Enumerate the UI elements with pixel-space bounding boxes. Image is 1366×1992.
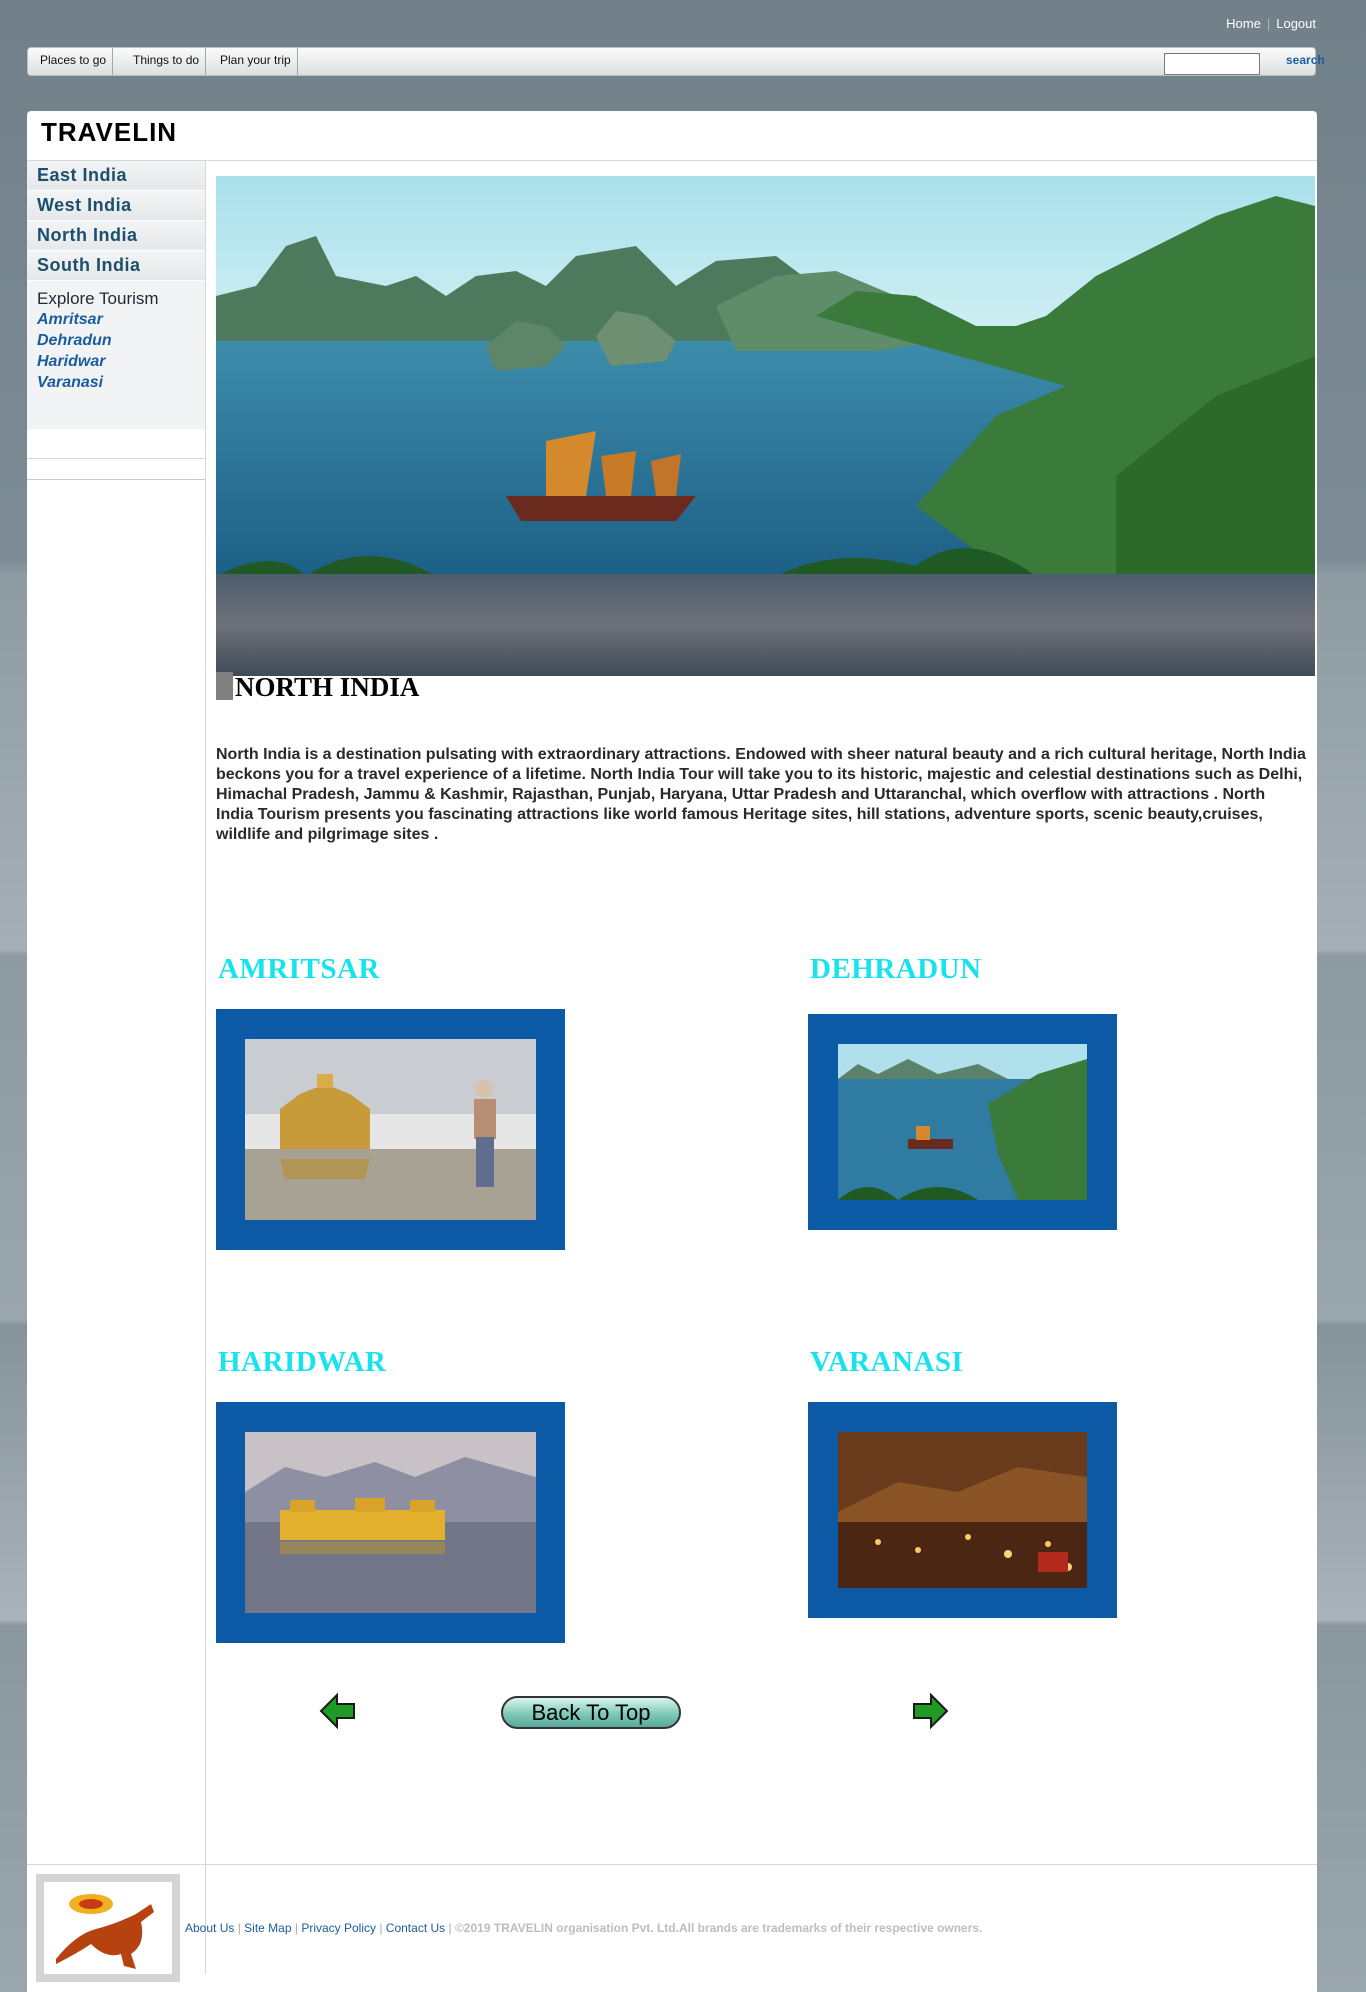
sidebar-item-east-india[interactable]: East India <box>27 161 205 191</box>
prev-arrow-icon[interactable] <box>317 1691 357 1731</box>
kangaroo-logo-icon <box>36 1874 180 1982</box>
intro-paragraph: North India is a destination pulsating w… <box>216 746 1306 843</box>
divider <box>27 479 205 480</box>
separator: | <box>1266 16 1271 31</box>
logout-link[interactable]: Logout <box>1276 16 1316 31</box>
explore-tourism: Explore Tourism Amritsar Dehradun Haridw… <box>27 281 205 393</box>
sidebar-item-south-india[interactable]: South India <box>27 251 205 281</box>
sidebar-item-west-india[interactable]: West India <box>27 191 205 221</box>
city-heading-dehradun: DEHRADUN <box>810 953 982 985</box>
top-navbar: Places to go Things to do Plan your trip… <box>27 47 1325 76</box>
section-title: NORTH INDIA <box>216 672 436 703</box>
sidebar-border <box>205 429 206 1974</box>
city-heading-haridwar: HARIDWAR <box>218 1346 387 1378</box>
sidebar: East India West India North India South … <box>27 161 206 480</box>
nav-places-to-go[interactable]: Places to go <box>34 48 114 75</box>
site-title: TRAVELIN <box>41 117 178 147</box>
back-to-top-button[interactable]: Back To Top <box>501 1696 681 1729</box>
footer-privacy-policy[interactable]: Privacy Policy <box>301 1921 376 1935</box>
footer-about-us[interactable]: About Us <box>185 1921 234 1935</box>
home-link[interactable]: Home <box>1226 16 1261 31</box>
copyright: ©2019 TRAVELIN organisation Pvt. Ltd.All… <box>454 1921 983 1935</box>
sidebar-item-north-india[interactable]: North India <box>27 221 205 251</box>
nav-things-to-do[interactable]: Things to do <box>127 48 207 75</box>
dehradun-image[interactable] <box>808 1014 1117 1230</box>
explore-link-amritsar[interactable]: Amritsar <box>37 309 205 330</box>
nav-plan-your-trip[interactable]: Plan your trip <box>214 48 298 75</box>
divider <box>27 1864 1317 1865</box>
explore-title: Explore Tourism <box>37 289 159 308</box>
search-input[interactable] <box>1164 53 1260 75</box>
section-title-text: NORTH INDIA <box>235 672 420 702</box>
city-heading-amritsar: AMRITSAR <box>218 953 380 985</box>
explore-link-haridwar[interactable]: Haridwar <box>37 351 205 372</box>
footer-site-map[interactable]: Site Map <box>244 1921 291 1935</box>
footer-contact-us[interactable]: Contact Us <box>386 1921 445 1935</box>
footer-links: About Us | Site Map | Privacy Policy | C… <box>185 1921 983 1935</box>
hero-image <box>216 176 1315 676</box>
top-links: Home | Logout <box>1226 16 1316 31</box>
divider <box>27 458 205 459</box>
explore-link-dehradun[interactable]: Dehradun <box>37 330 205 351</box>
title-marker <box>216 672 233 700</box>
haridwar-image[interactable] <box>216 1402 565 1643</box>
explore-link-varanasi[interactable]: Varanasi <box>37 372 205 393</box>
city-heading-varanasi: VARANASI <box>810 1346 964 1378</box>
divider <box>27 160 1317 161</box>
next-arrow-icon[interactable] <box>911 1691 951 1731</box>
page-container: TRAVELIN East India West India North Ind… <box>27 111 1317 1992</box>
amritsar-image[interactable] <box>216 1009 565 1250</box>
search-button[interactable]: search <box>1286 48 1325 75</box>
varanasi-image[interactable] <box>808 1402 1117 1618</box>
